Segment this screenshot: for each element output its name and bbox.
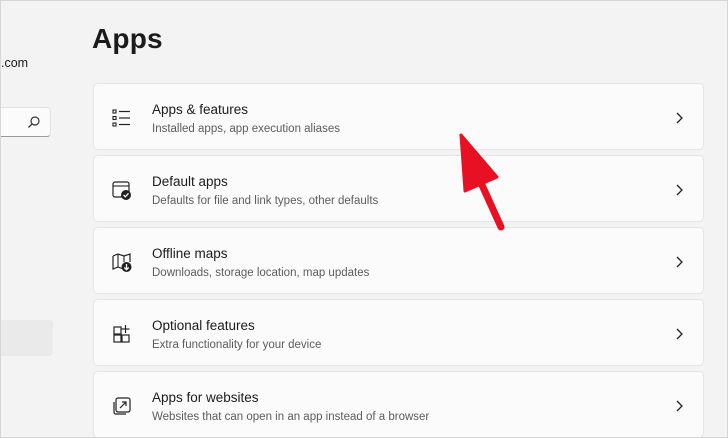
apps-and-features-card[interactable]: Apps & features Installed apps, app exec…	[93, 83, 704, 150]
settings-window: .com Apps Apps & features Installed apps…	[0, 0, 728, 438]
card-title: Optional features	[152, 318, 255, 333]
chevron-right-icon	[674, 327, 684, 341]
offline-maps-card[interactable]: Offline maps Downloads, storage location…	[93, 227, 704, 294]
default-apps-card[interactable]: Default apps Defaults for file and link …	[93, 155, 704, 222]
chevron-right-icon	[674, 111, 684, 125]
search-input[interactable]	[1, 107, 51, 137]
chevron-right-icon	[674, 399, 684, 413]
card-title: Default apps	[152, 174, 228, 189]
chevron-right-icon	[674, 255, 684, 269]
card-subtitle: Downloads, storage location, map updates	[152, 267, 370, 279]
apps-for-websites-card[interactable]: Apps for websites Websites that can open…	[93, 371, 704, 437]
card-title: Apps & features	[152, 102, 249, 117]
optional-features-card[interactable]: Optional features Extra functionality fo…	[93, 299, 704, 366]
default-apps-icon	[111, 179, 133, 201]
card-title: Offline maps	[152, 246, 228, 261]
search-icon[interactable]	[27, 115, 41, 129]
optional-features-icon	[111, 323, 133, 345]
account-email: .com	[1, 56, 29, 70]
chevron-right-icon	[674, 183, 684, 197]
card-subtitle: Extra functionality for your device	[152, 339, 322, 351]
card-subtitle: Installed apps, app execution aliases	[152, 123, 340, 135]
apps-for-websites-icon	[111, 395, 133, 417]
sidebar-item-apps[interactable]	[1, 320, 53, 356]
apps-features-list-icon	[111, 107, 133, 129]
page-title: Apps	[92, 23, 163, 54]
card-subtitle: Defaults for file and link types, other …	[152, 195, 379, 207]
card-title: Apps for websites	[152, 390, 259, 405]
offline-maps-icon	[111, 251, 133, 273]
card-subtitle: Websites that can open in an app instead…	[152, 411, 430, 423]
